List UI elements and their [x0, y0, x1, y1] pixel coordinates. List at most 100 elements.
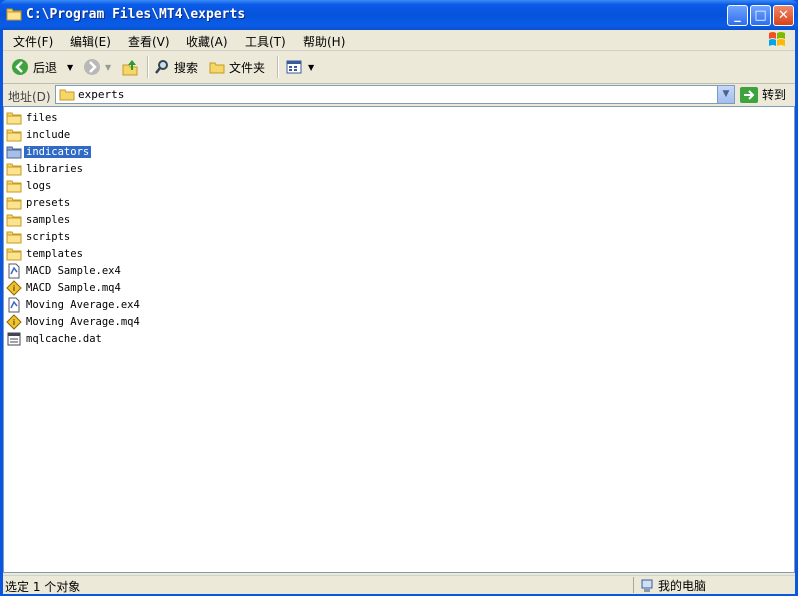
- toolbar-separator: [147, 56, 149, 78]
- chevron-down-icon: ▼: [722, 89, 730, 99]
- ex4-file-icon: [8, 263, 20, 279]
- folders-button[interactable]: 文件夹: [209, 57, 265, 77]
- file-name: MACD Sample.mq4: [26, 282, 121, 294]
- folder-icon: [6, 180, 22, 193]
- file-name: templates: [26, 248, 83, 260]
- menu-help[interactable]: 帮助(H): [303, 33, 345, 50]
- ex4-file-icon: [8, 297, 20, 313]
- forward-button[interactable]: ▼: [83, 57, 111, 77]
- folder-icon: [6, 214, 22, 227]
- list-item[interactable]: presets: [6, 195, 72, 211]
- file-list: files include indicators libraries logs …: [3, 106, 795, 573]
- folder-icon: [6, 197, 22, 210]
- windows-logo-icon: [769, 32, 785, 46]
- chevron-down-icon: ▼: [308, 62, 315, 72]
- go-button[interactable]: 转到: [740, 86, 786, 103]
- toolbar-separator: [277, 56, 279, 78]
- list-item[interactable]: logs: [6, 178, 53, 194]
- menu-file[interactable]: 文件(F): [13, 33, 53, 50]
- list-item[interactable]: samples: [6, 212, 72, 228]
- menu-tools[interactable]: 工具(T): [245, 33, 286, 50]
- list-item[interactable]: files: [6, 110, 60, 126]
- views-button[interactable]: ▼: [286, 57, 314, 77]
- toolbar: 后退 ▼ ▼ 搜索 文件夹 ▼: [3, 51, 795, 84]
- menu-favorites[interactable]: 收藏(A): [186, 33, 228, 50]
- list-item[interactable]: libraries: [6, 161, 85, 177]
- views-icon: [286, 60, 302, 74]
- back-label: 后退: [33, 60, 58, 75]
- list-item[interactable]: templates: [6, 246, 85, 262]
- list-item[interactable]: include: [6, 127, 72, 143]
- back-button[interactable]: 后退 ▼: [11, 57, 73, 77]
- list-item[interactable]: mqlcache.dat: [6, 331, 104, 347]
- dat-file-icon: [7, 332, 21, 346]
- list-item[interactable]: i MACD Sample.mq4: [6, 280, 123, 296]
- title-bar[interactable]: C:\Program Files\MT4\experts _ □ ✕: [0, 0, 798, 30]
- window-title: C:\Program Files\MT4\experts: [26, 7, 246, 22]
- chevron-down-icon: ▼: [105, 62, 112, 72]
- search-icon: [155, 60, 168, 74]
- menu-bar: 文件(F) 编辑(E) 查看(V) 收藏(A) 工具(T) 帮助(H): [3, 30, 795, 51]
- list-item[interactable]: Moving Average.ex4: [6, 297, 142, 313]
- list-item[interactable]: scripts: [6, 229, 72, 245]
- address-value: experts: [78, 88, 125, 101]
- file-name: libraries: [26, 163, 83, 175]
- status-divider: [633, 577, 634, 593]
- file-name: Moving Average.mq4: [26, 316, 140, 328]
- list-item[interactable]: i Moving Average.mq4: [6, 314, 142, 330]
- go-label: 转到: [762, 88, 787, 102]
- maximize-button[interactable]: □: [750, 5, 771, 26]
- up-folder-button[interactable]: [121, 57, 139, 77]
- file-name: indicators: [24, 146, 92, 158]
- explorer-window: C:\Program Files\MT4\experts _ □ ✕ 文件(F)…: [0, 0, 798, 596]
- file-name: include: [26, 129, 71, 141]
- folder-icon: [6, 8, 22, 21]
- list-item[interactable]: indicators: [6, 144, 92, 160]
- go-arrow-icon: [740, 86, 758, 103]
- menu-view[interactable]: 查看(V): [128, 33, 170, 50]
- address-dropdown-button[interactable]: ▼: [717, 86, 734, 103]
- file-name: scripts: [26, 231, 71, 243]
- forward-arrow-icon: [84, 59, 100, 75]
- minimize-icon: _: [734, 8, 741, 23]
- search-button[interactable]: 搜索: [154, 57, 198, 77]
- file-name: presets: [26, 197, 71, 209]
- file-name: Moving Average.ex4: [26, 299, 140, 311]
- folder-icon: [6, 163, 22, 176]
- folder-icon: [209, 62, 225, 74]
- status-location: 我的电脑: [640, 577, 706, 594]
- file-name: files: [26, 112, 58, 124]
- folder-icon: [6, 231, 22, 244]
- search-label: 搜索: [174, 60, 199, 75]
- list-item[interactable]: MACD Sample.ex4: [6, 263, 123, 279]
- folder-icon: [6, 112, 22, 125]
- my-computer-icon: [641, 579, 653, 592]
- status-bar: 选定 1 个对象 我的电脑: [3, 575, 795, 594]
- maximize-icon: □: [754, 8, 767, 23]
- folder-icon: [59, 89, 75, 101]
- file-name: samples: [26, 214, 71, 226]
- folder-icon: [6, 146, 22, 159]
- address-label: 地址(D): [8, 90, 51, 104]
- minimize-button[interactable]: _: [727, 5, 748, 26]
- file-name: MACD Sample.ex4: [26, 265, 121, 277]
- close-icon: ✕: [778, 8, 789, 23]
- status-location-label: 我的电脑: [658, 579, 707, 593]
- file-name: logs: [26, 180, 52, 192]
- folder-icon: [6, 129, 22, 142]
- svg-text:i: i: [13, 318, 15, 327]
- back-arrow-icon: [12, 59, 28, 75]
- chevron-down-icon: ▼: [67, 62, 74, 72]
- menu-edit[interactable]: 编辑(E): [70, 33, 111, 50]
- folders-label: 文件夹: [229, 60, 266, 75]
- svg-text:i: i: [13, 284, 15, 293]
- up-folder-icon: [122, 60, 138, 76]
- mq4-file-icon: i: [6, 280, 22, 296]
- file-name: mqlcache.dat: [26, 333, 102, 345]
- address-bar: 地址(D) experts ▼ 转到: [3, 84, 795, 106]
- status-selection: 选定 1 个对象: [5, 580, 81, 594]
- folder-icon: [6, 248, 22, 261]
- address-input[interactable]: experts ▼: [55, 85, 735, 104]
- mq4-file-icon: i: [6, 314, 22, 330]
- close-button[interactable]: ✕: [773, 5, 794, 26]
